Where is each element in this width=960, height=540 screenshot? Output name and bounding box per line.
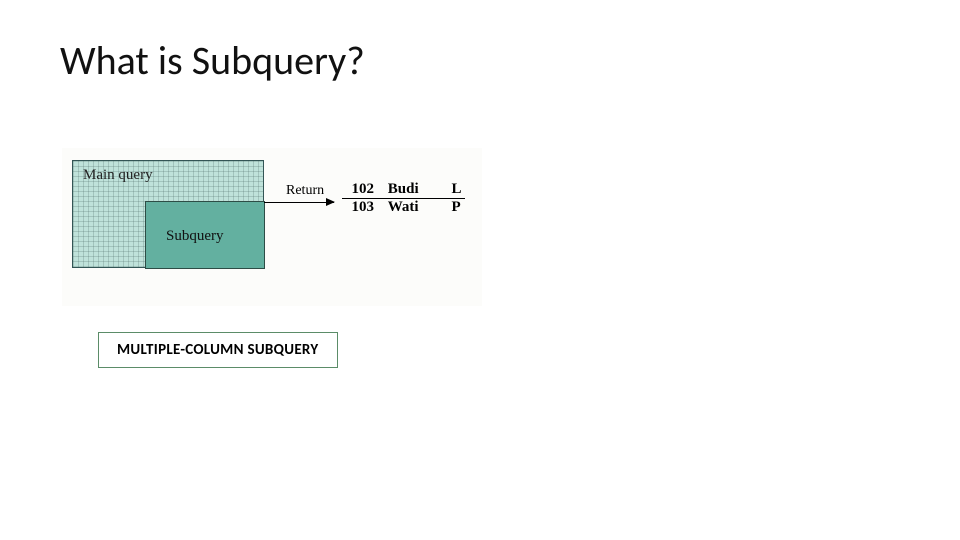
- sub-query-box: Subquery: [145, 201, 265, 269]
- page-title: What is Subquery?: [60, 36, 365, 85]
- cell-code: P: [446, 200, 470, 215]
- main-query-box: Main query Subquery: [72, 160, 264, 268]
- cell-id: 102: [342, 182, 374, 197]
- cell-code: L: [446, 182, 470, 197]
- table-row: 103 Wati P: [342, 200, 470, 215]
- return-arrow: Return: [264, 202, 334, 203]
- result-table: 102 Budi L 103 Wati P: [342, 182, 470, 215]
- subquery-diagram: Main query Subquery Return 102 Budi L 10…: [62, 148, 482, 306]
- cell-name: Budi: [378, 182, 442, 197]
- slide: What is Subquery? Main query Subquery Re…: [0, 0, 960, 540]
- sub-query-label: Subquery: [166, 228, 224, 245]
- subquery-type-badge: MULTIPLE-COLUMN SUBQUERY: [98, 332, 338, 368]
- main-query-label: Main query: [83, 167, 153, 184]
- cell-id: 103: [342, 200, 374, 215]
- return-label: Return: [286, 183, 324, 199]
- table-row: 102 Budi L: [342, 182, 470, 197]
- cell-name: Wati: [378, 200, 442, 215]
